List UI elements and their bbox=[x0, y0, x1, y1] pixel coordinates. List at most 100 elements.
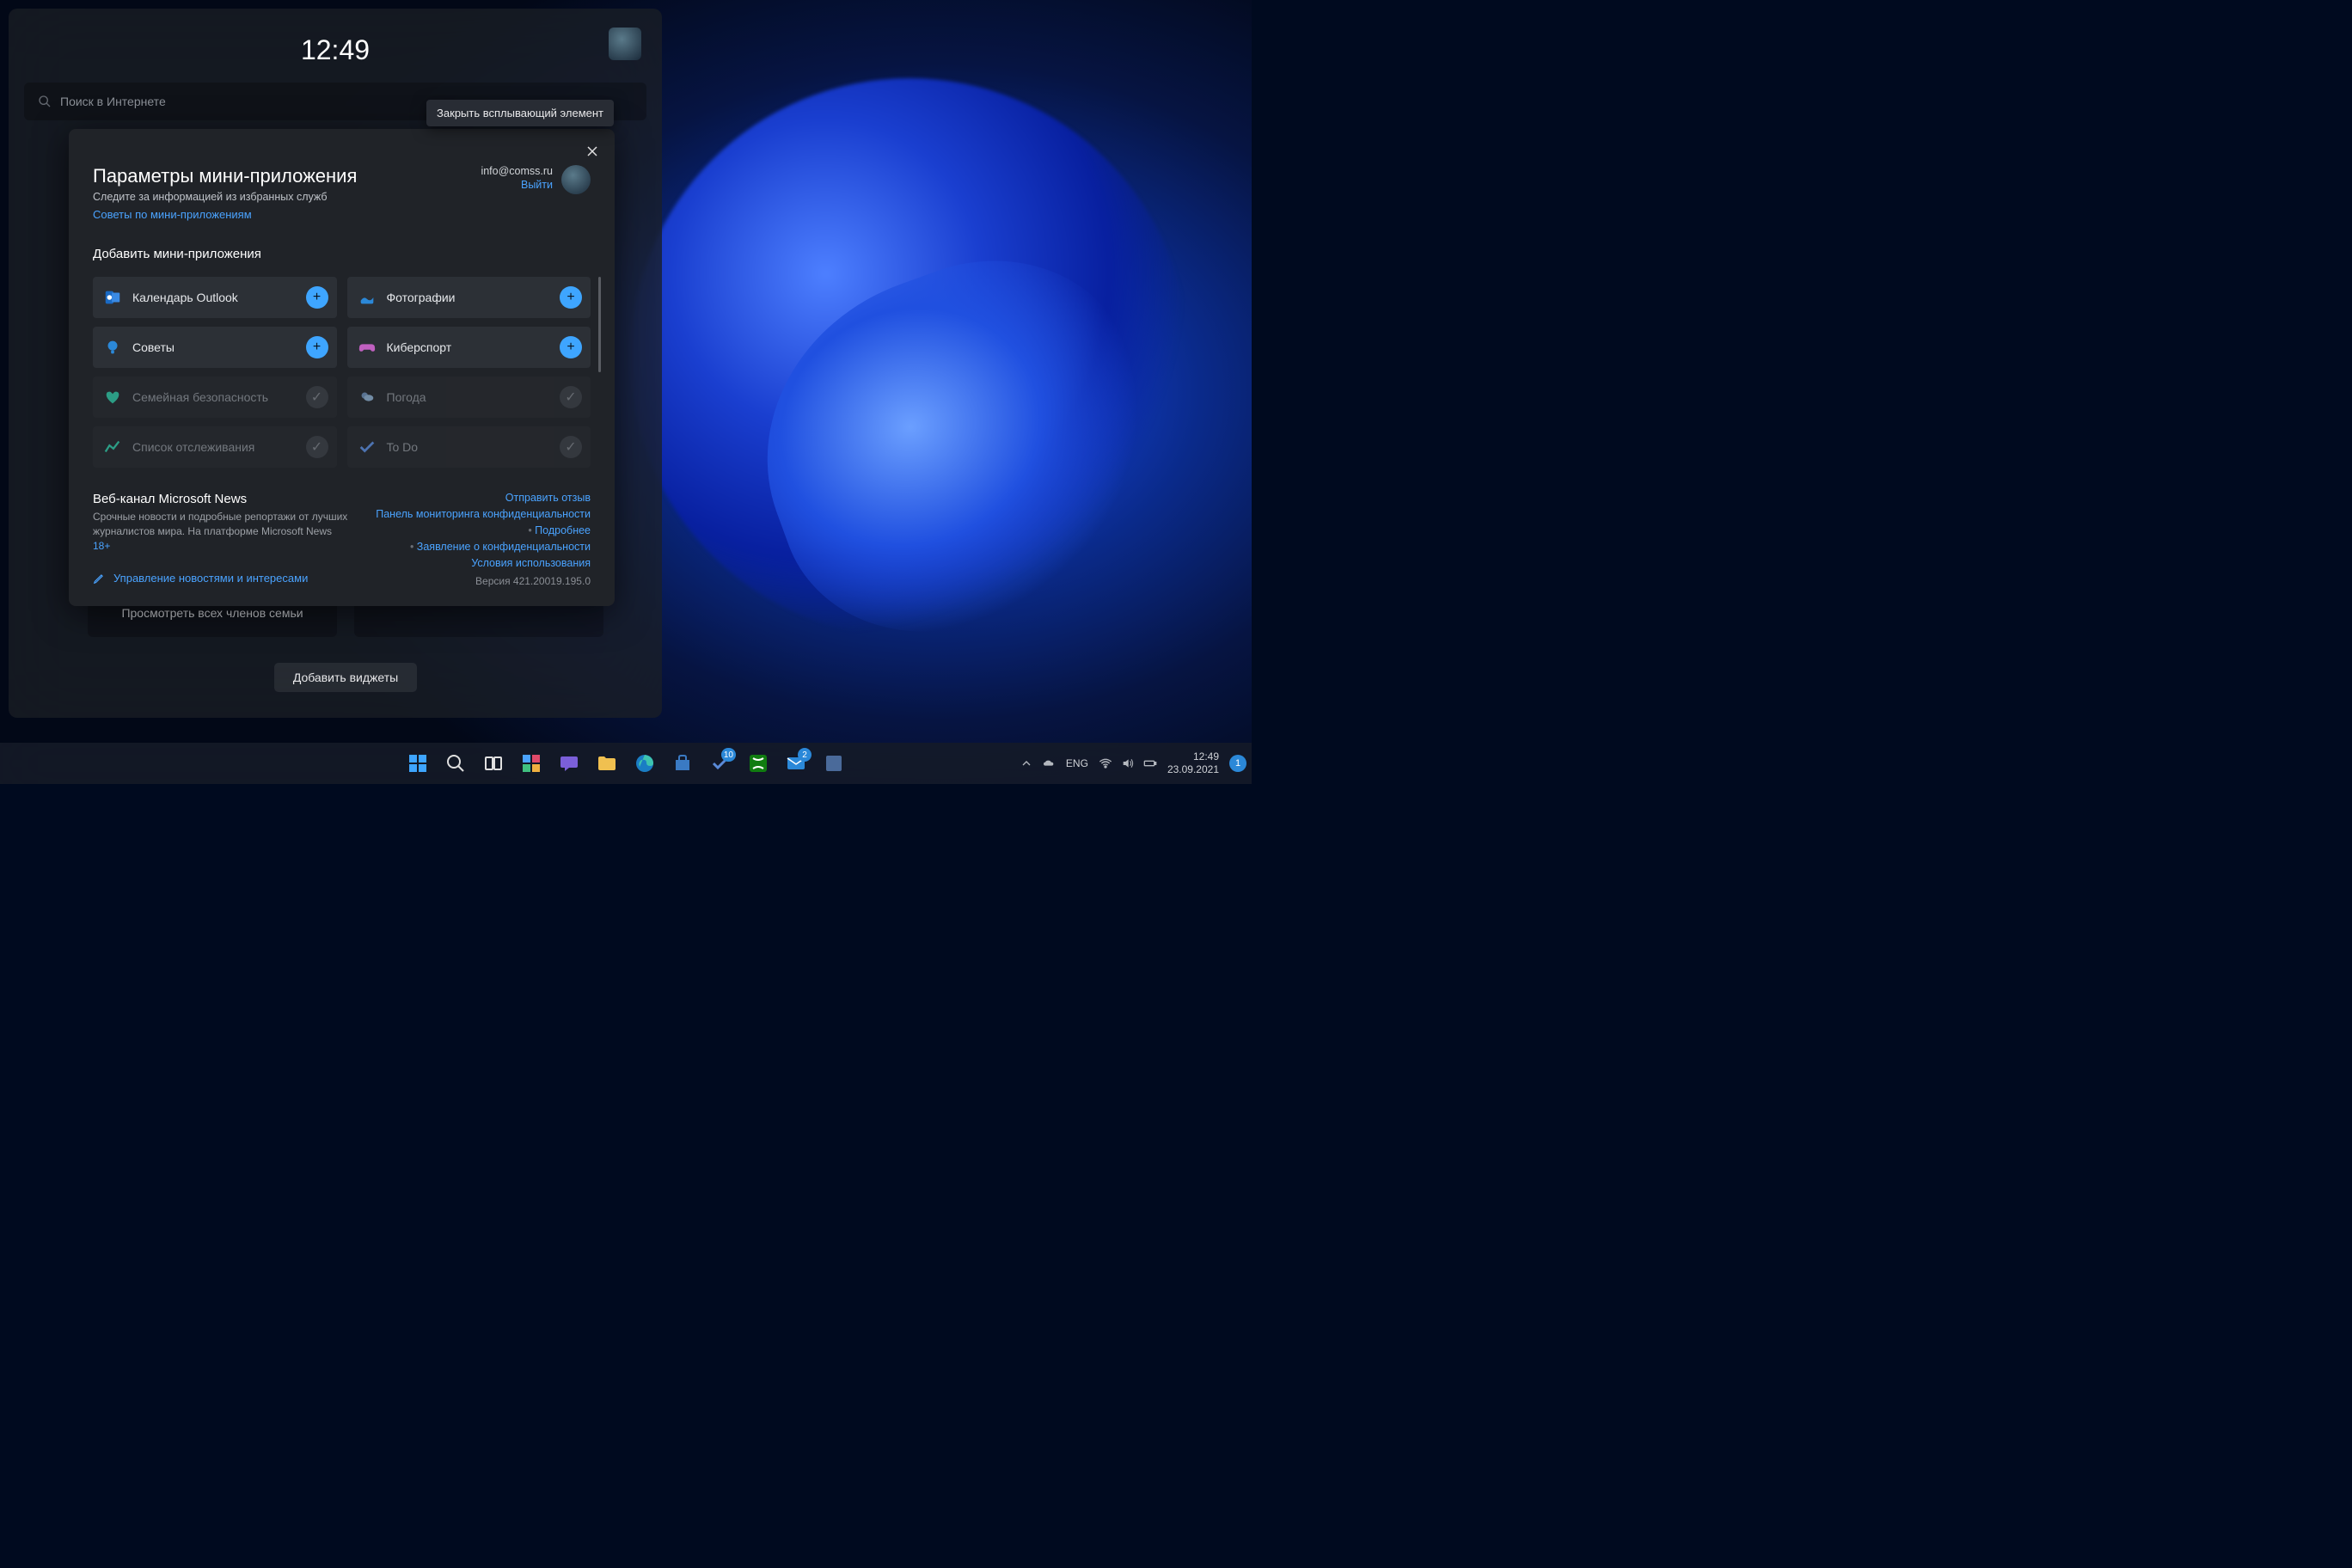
battery-icon[interactable] bbox=[1143, 756, 1157, 770]
tiles-scrollbar[interactable] bbox=[598, 277, 601, 372]
widget-settings-dialog: Параметры мини-приложения Следите за инф… bbox=[69, 129, 615, 606]
watchlist-icon bbox=[103, 438, 122, 456]
close-button[interactable] bbox=[582, 141, 603, 162]
add-icon[interactable]: + bbox=[306, 336, 328, 358]
badge: 2 bbox=[798, 748, 812, 762]
xbox-button[interactable] bbox=[741, 746, 775, 781]
account-email: info@comss.ru bbox=[481, 165, 553, 177]
widgets-panel: 12:49 Поиск в Интернете Просмотреть всех… bbox=[9, 9, 662, 718]
privacy-dashboard-link[interactable]: Панель мониторинга конфиденциальности bbox=[376, 508, 591, 520]
add-widgets-section-title: Добавить мини-приложения bbox=[93, 247, 591, 261]
widget-tile-family-safety[interactable]: Семейная безопасность ✓ bbox=[93, 377, 337, 418]
widget-tiles-grid: Календарь Outlook + Фотографии + Советы … bbox=[93, 277, 591, 468]
start-button[interactable] bbox=[401, 746, 435, 781]
outlook-icon bbox=[103, 288, 122, 307]
terms-link[interactable]: Условия использования bbox=[376, 557, 591, 569]
add-icon[interactable]: + bbox=[306, 286, 328, 309]
tile-label: Советы bbox=[132, 340, 296, 354]
file-explorer-button[interactable] bbox=[590, 746, 624, 781]
check-icon[interactable]: ✓ bbox=[306, 436, 328, 458]
folder-icon bbox=[597, 753, 617, 774]
close-icon bbox=[587, 146, 597, 156]
more-link[interactable]: Подробнее bbox=[376, 524, 591, 536]
user-avatar[interactable] bbox=[609, 28, 641, 60]
news-feed-description: Срочные новости и подробные репортажи от… bbox=[93, 510, 351, 553]
search-icon bbox=[38, 95, 52, 108]
gamepad-icon bbox=[358, 338, 377, 357]
widget-tile-todo[interactable]: To Do ✓ bbox=[347, 426, 591, 468]
tips-icon bbox=[103, 338, 122, 357]
tile-label: To Do bbox=[387, 440, 550, 454]
tile-label: Список отслеживания bbox=[132, 440, 296, 454]
widget-tile-watchlist[interactable]: Список отслеживания ✓ bbox=[93, 426, 337, 468]
wifi-icon[interactable] bbox=[1099, 756, 1112, 770]
mail-button[interactable]: 2 bbox=[779, 746, 813, 781]
volume-icon[interactable] bbox=[1121, 756, 1135, 770]
news-feed-title: Веб-канал Microsoft News bbox=[93, 492, 351, 506]
search-button[interactable] bbox=[438, 746, 473, 781]
account-avatar[interactable] bbox=[561, 165, 591, 194]
close-tooltip: Закрыть всплывающий элемент bbox=[426, 100, 614, 126]
check-icon[interactable]: ✓ bbox=[560, 386, 582, 408]
edge-button[interactable] bbox=[628, 746, 662, 781]
weather-icon bbox=[358, 388, 377, 407]
chat-button[interactable] bbox=[552, 746, 586, 781]
store-button[interactable] bbox=[665, 746, 700, 781]
settings-subtitle: Следите за информацией из избранных служ… bbox=[93, 191, 357, 203]
widget-tile-outlook-calendar[interactable]: Календарь Outlook + bbox=[93, 277, 337, 318]
widget-tile-photos[interactable]: Фотографии + bbox=[347, 277, 591, 318]
task-view-icon bbox=[483, 753, 504, 774]
taskbar-date: 23.09.2021 bbox=[1167, 763, 1219, 776]
todo-icon bbox=[358, 438, 377, 456]
search-icon bbox=[445, 753, 466, 774]
chevron-up-icon[interactable] bbox=[1020, 756, 1033, 770]
widgets-button[interactable] bbox=[514, 746, 548, 781]
clock-date[interactable]: 12:49 23.09.2021 bbox=[1167, 750, 1219, 776]
manage-news-link[interactable]: Управление новостями и интересами bbox=[93, 572, 351, 585]
add-icon[interactable]: + bbox=[560, 286, 582, 309]
windows-icon bbox=[407, 753, 428, 774]
onedrive-icon[interactable] bbox=[1042, 756, 1056, 770]
badge: 10 bbox=[721, 748, 736, 762]
search-placeholder: Поиск в Интернете bbox=[60, 95, 166, 108]
version-label: Версия 421.20019.195.0 bbox=[376, 575, 591, 587]
widgets-icon bbox=[521, 753, 542, 774]
add-widgets-button[interactable]: Добавить виджеты bbox=[274, 663, 417, 692]
photos-icon bbox=[358, 288, 377, 307]
account-block: info@comss.ru Выйти bbox=[481, 165, 591, 194]
taskbar: 10 2 ENG 12:49 23.09.2021 1 bbox=[0, 743, 1252, 784]
widget-tile-esports[interactable]: Киберспорт + bbox=[347, 327, 591, 368]
system-tray: ENG 12:49 23.09.2021 1 bbox=[1020, 750, 1246, 776]
notification-badge[interactable]: 1 bbox=[1229, 755, 1246, 772]
add-icon[interactable]: + bbox=[560, 336, 582, 358]
logout-link[interactable]: Выйти bbox=[521, 179, 553, 191]
widget-tile-weather[interactable]: Погода ✓ bbox=[347, 377, 591, 418]
check-icon[interactable]: ✓ bbox=[306, 386, 328, 408]
language-indicator[interactable]: ENG bbox=[1066, 757, 1088, 769]
chat-icon bbox=[559, 753, 579, 774]
tile-label: Календарь Outlook bbox=[132, 291, 296, 304]
tile-label: Семейная безопасность bbox=[132, 390, 296, 404]
xbox-icon bbox=[748, 753, 769, 774]
store-icon bbox=[672, 753, 693, 774]
tile-label: Погода bbox=[387, 390, 550, 404]
tips-link[interactable]: Советы по мини-приложениям bbox=[93, 208, 252, 221]
family-icon bbox=[103, 388, 122, 407]
age-rating-link[interactable]: 18+ bbox=[93, 540, 110, 552]
task-view-button[interactable] bbox=[476, 746, 511, 781]
widget-tile-tips[interactable]: Советы + bbox=[93, 327, 337, 368]
edge-icon bbox=[634, 753, 655, 774]
tile-label: Фотографии bbox=[387, 291, 550, 304]
tile-label: Киберспорт bbox=[387, 340, 550, 354]
feedback-link[interactable]: Отправить отзыв bbox=[376, 492, 591, 504]
taskbar-center: 10 2 bbox=[401, 746, 851, 781]
todo-taskbar-button[interactable]: 10 bbox=[703, 746, 738, 781]
app-icon bbox=[824, 753, 844, 774]
settings-title: Параметры мини-приложения bbox=[93, 165, 357, 187]
privacy-statement-link[interactable]: Заявление о конфиденциальности bbox=[376, 541, 591, 553]
pencil-icon bbox=[93, 573, 105, 585]
widgets-clock: 12:49 bbox=[301, 34, 370, 66]
taskbar-time: 12:49 bbox=[1167, 750, 1219, 763]
check-icon[interactable]: ✓ bbox=[560, 436, 582, 458]
app-button[interactable] bbox=[817, 746, 851, 781]
